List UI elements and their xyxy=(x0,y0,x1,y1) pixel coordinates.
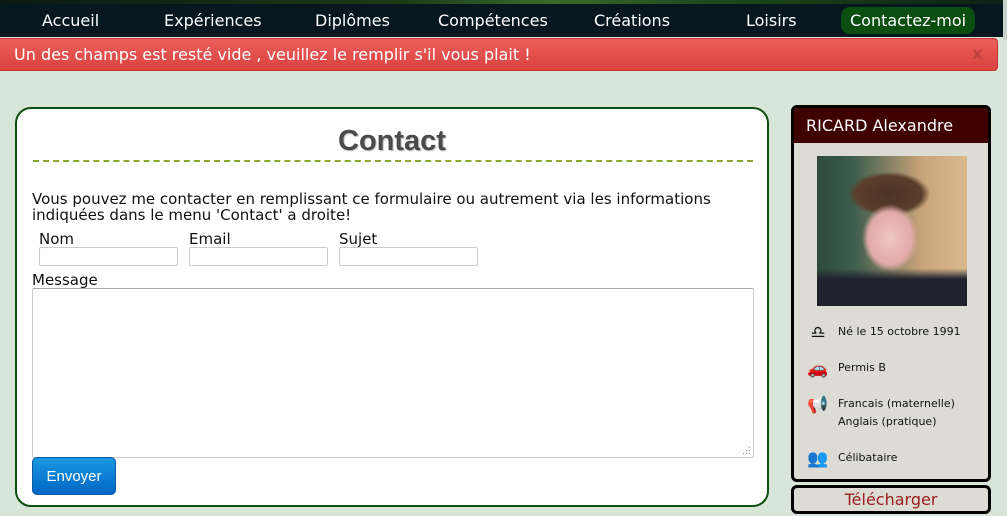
contact-card: Contact Vous pouvez me contacter en remp… xyxy=(15,107,769,507)
nav-item-experiences[interactable]: Expériences xyxy=(155,7,271,34)
profile-name: RICARD Alexandre xyxy=(794,108,988,143)
title-divider xyxy=(33,160,753,162)
nav-item-contactez-moi[interactable]: Contactez-moi xyxy=(841,7,976,34)
nav-item-accueil[interactable]: Accueil xyxy=(33,7,108,34)
error-alert: Un des champs est resté vide , veuillez … xyxy=(0,38,998,71)
nom-input[interactable] xyxy=(39,247,178,266)
page-title: Contact xyxy=(338,125,446,157)
language-second: Anglais (pratique) xyxy=(838,415,937,428)
nav-item-creations[interactable]: Créations xyxy=(585,7,679,34)
info-status: 👥 Célibataire xyxy=(806,449,897,469)
email-input[interactable] xyxy=(189,247,328,266)
message-textarea[interactable] xyxy=(32,288,754,458)
status-text: Célibataire xyxy=(838,451,898,464)
alert-message: Un des champs est resté vide , veuillez … xyxy=(14,45,531,64)
profile-card: RICARD Alexandre ♎ Né le 15 octobre 1991… xyxy=(791,105,991,482)
send-button[interactable]: Envoyer xyxy=(32,457,116,495)
resize-grip-icon[interactable] xyxy=(742,446,750,454)
people-icon: 👥 xyxy=(807,449,829,469)
message-label: Message xyxy=(32,271,98,289)
language-native: Francais (maternelle) xyxy=(838,397,955,410)
page-scrollbar[interactable] xyxy=(1003,0,1007,40)
main-nav: Accueil Expériences Diplômes Compétences… xyxy=(0,4,1003,37)
download-button[interactable]: Télécharger xyxy=(791,485,991,514)
intro-text: Vous pouvez me contacter en remplissant … xyxy=(32,190,711,224)
car-icon: 🚗 xyxy=(807,359,829,379)
sujet-label: Sujet xyxy=(339,230,378,248)
profile-photo xyxy=(817,156,967,306)
birthdate-text: Né le 15 octobre 1991 xyxy=(838,325,961,338)
license-text: Permis B xyxy=(838,361,886,374)
info-birthdate: ♎ Né le 15 octobre 1991 xyxy=(806,323,961,343)
nav-item-loisirs[interactable]: Loisirs xyxy=(737,7,806,34)
info-license: 🚗 Permis B xyxy=(806,359,886,379)
info-languages: 📢 Francais (maternelle) Anglais (pratiqu… xyxy=(806,395,955,431)
email-label: Email xyxy=(189,230,231,248)
megaphone-icon: 📢 xyxy=(807,395,829,415)
nav-item-competences[interactable]: Compétences xyxy=(429,7,557,34)
close-icon[interactable]: x xyxy=(972,39,983,70)
libra-icon: ♎ xyxy=(810,323,826,343)
nav-item-diplomes[interactable]: Diplômes xyxy=(306,7,399,34)
sujet-input[interactable] xyxy=(339,247,478,266)
nom-label: Nom xyxy=(39,230,75,248)
